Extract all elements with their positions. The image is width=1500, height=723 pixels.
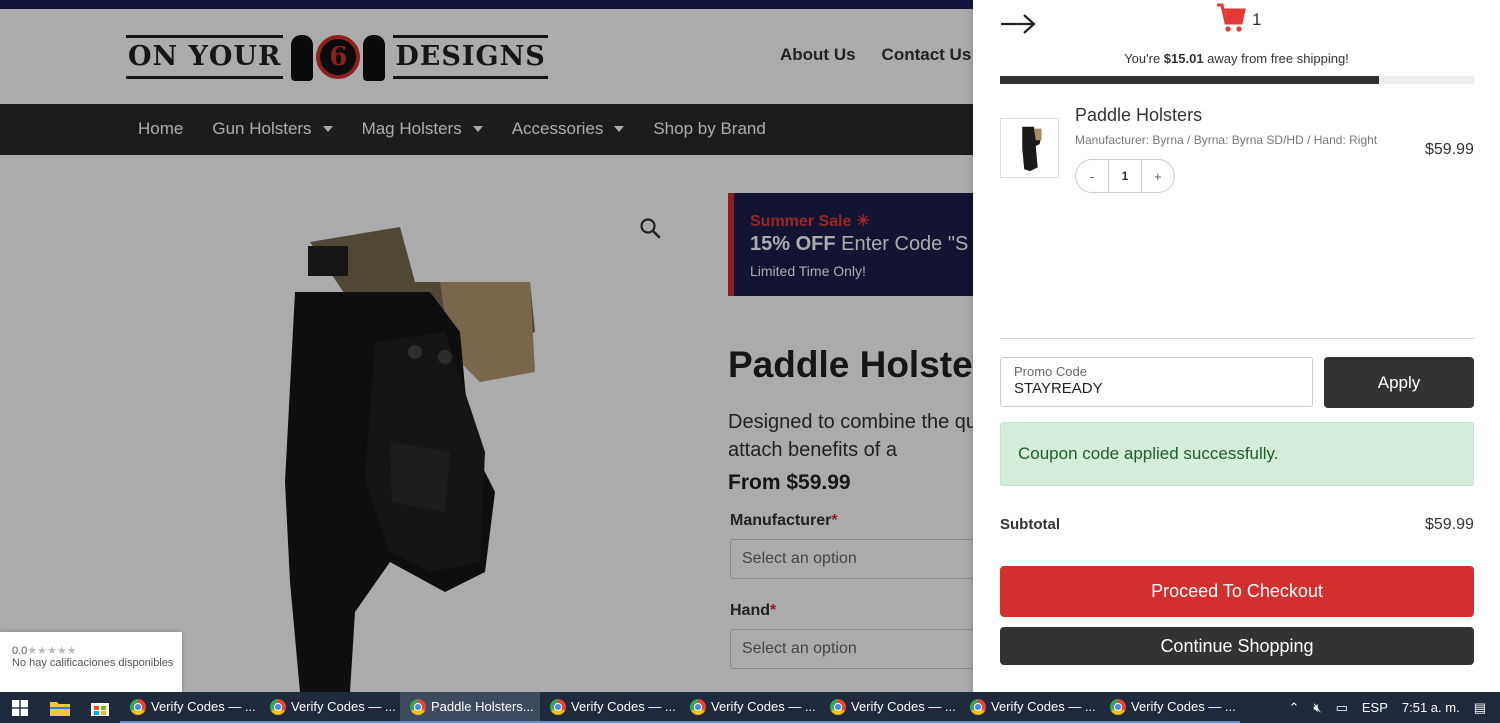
taskbar-task-chrome[interactable]: Paddle Holsters... (400, 692, 540, 723)
quantity-stepper: - 1 + (1075, 159, 1175, 193)
taskbar-task-label: Verify Codes — ... (711, 699, 816, 714)
taskbar-tasks: Verify Codes — ... Verify Codes — ... Padd… (120, 692, 1240, 723)
taskbar-task-label: Verify Codes — ... (991, 699, 1096, 714)
system-tray: ⌃ 🔇︎ ▭ ESP 7:51 a. m. ▤ (1288, 692, 1500, 723)
taskbar-task-label: Verify Codes — ... (291, 699, 396, 714)
qty-increase-button[interactable]: + (1142, 169, 1174, 184)
windows-logo-icon (12, 699, 28, 716)
shipping-amount: $15.01 (1163, 51, 1204, 66)
windows-taskbar: Verify Codes — ... Verify Codes — ... Padd… (0, 692, 1500, 723)
cart-item-name[interactable]: Paddle Holsters (1075, 105, 1202, 126)
divider (1000, 338, 1474, 339)
free-shipping-message: You're $15.01 away from free shipping! (973, 51, 1500, 66)
star-rating-icon: ★★★★★ (27, 645, 77, 657)
side-cart-drawer: 1 You're $15.01 away from free shipping!… (973, 0, 1500, 692)
taskbar-task-label: Verify Codes — ... (851, 699, 956, 714)
notifications-icon[interactable]: ▤ (1474, 700, 1486, 716)
cart-header: 1 (1216, 2, 1261, 34)
store-bag-icon (91, 702, 109, 716)
shipping-progress-fill (1000, 76, 1380, 84)
taskbar-task-chrome[interactable]: Verify Codes — ... (540, 692, 680, 723)
taskbar-task-label: Verify Codes — ... (151, 699, 256, 714)
chrome-icon (550, 698, 566, 715)
taskbar-task-chrome[interactable]: Verify Codes — ... (820, 692, 960, 723)
promo-code-value[interactable]: STAYREADY (1014, 380, 1312, 397)
shipping-prefix: You're (1124, 51, 1164, 66)
rating-value: 0.0 (12, 645, 28, 657)
chrome-icon (130, 698, 146, 715)
cart-item-price: $59.99 (1425, 141, 1474, 158)
rating-score: 0.0★★★★★ (12, 644, 182, 657)
shipping-suffix: away from free shipping! (1203, 51, 1349, 66)
volume-muted-icon[interactable]: 🔇︎ (1313, 700, 1321, 716)
rating-text: No hay calificaciones disponibles (12, 657, 174, 669)
taskbar-task-chrome[interactable]: Verify Codes — ... (120, 692, 260, 723)
promo-code-field[interactable]: Promo Code STAYREADY (1000, 357, 1313, 407)
store-app-button[interactable] (80, 692, 120, 723)
chrome-icon (690, 698, 706, 715)
taskbar-task-label: Verify Codes — ... (571, 699, 676, 714)
chrome-icon (830, 698, 846, 715)
promo-code-label: Promo Code (1014, 364, 1087, 379)
taskbar-task-chrome[interactable]: Verify Codes — ... (680, 692, 820, 723)
chrome-icon (410, 698, 426, 715)
taskbar-task-label: Paddle Holsters... (431, 699, 534, 714)
apply-coupon-button[interactable]: Apply (1324, 357, 1474, 408)
continue-shopping-button[interactable]: Continue Shopping (1000, 627, 1474, 665)
language-indicator[interactable]: ESP (1362, 700, 1388, 715)
cart-icon (1217, 3, 1246, 32)
taskbar-task-chrome[interactable]: Verify Codes — ... (960, 692, 1100, 723)
subtotal-value: $59.99 (1425, 516, 1474, 533)
subtotal-label: Subtotal (1000, 516, 1060, 533)
cart-count: 1 (1252, 10, 1262, 29)
start-button[interactable] (0, 692, 40, 723)
file-explorer-button[interactable] (40, 692, 80, 723)
taskbar-task-chrome[interactable]: Verify Codes — ... (260, 692, 400, 723)
cart-item-thumbnail[interactable] (1000, 118, 1059, 178)
chrome-icon (270, 698, 286, 715)
qty-input[interactable]: 1 (1108, 160, 1142, 192)
taskbar-task-label: Verify Codes — ... (1131, 699, 1236, 714)
folder-icon (50, 701, 70, 716)
chrome-icon (1110, 698, 1126, 715)
shipping-progress-bar (1000, 76, 1474, 84)
show-hidden-icons-chevron-up-icon[interactable]: ⌃ (1288, 700, 1299, 716)
clock[interactable]: 7:51 a. m. (1402, 700, 1460, 715)
rating-badge[interactable]: 0.0★★★★★ No hay calificaciones disponibl… (0, 632, 182, 692)
network-icon[interactable]: ▭ (1336, 700, 1348, 716)
close-drawer-arrow-icon[interactable] (1000, 13, 1036, 35)
coupon-success-message: Coupon code applied successfully. (1000, 422, 1474, 486)
proceed-to-checkout-button[interactable]: Proceed To Checkout (1000, 566, 1474, 617)
taskbar-task-chrome[interactable]: Verify Codes — ... (1100, 692, 1240, 723)
chrome-icon (970, 698, 986, 715)
cart-item-variation: Manufacturer: Byrna / Byrna: Byrna SD/HD… (1075, 133, 1378, 147)
qty-decrease-button[interactable]: - (1076, 169, 1108, 184)
